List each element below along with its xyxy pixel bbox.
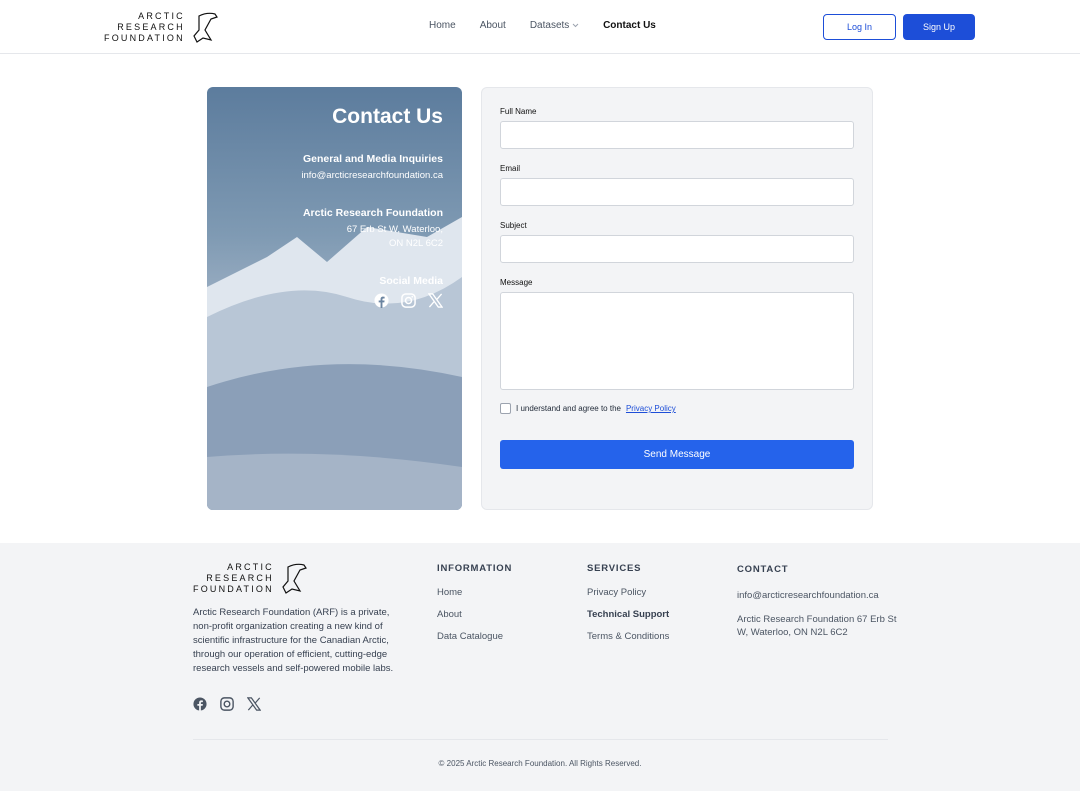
full-name-input[interactable] xyxy=(500,121,854,149)
contact-info-card: Contact Us General and Media Inquiries i… xyxy=(207,87,462,510)
inquiries-title: General and Media Inquiries xyxy=(302,153,443,165)
copyright: © 2025 Arctic Research Foundation. All R… xyxy=(438,759,642,768)
footer-link-data-catalogue[interactable]: Data Catalogue xyxy=(437,631,512,642)
footer-address: Arctic Research Foundation 67 Erb St W, … xyxy=(737,614,897,638)
facebook-icon[interactable] xyxy=(374,293,389,308)
full-name-label: Full Name xyxy=(500,107,537,116)
address-line: ON N2L 6C2 xyxy=(388,238,443,249)
column-title: INFORMATION xyxy=(437,563,513,574)
signup-button[interactable]: Sign Up xyxy=(903,14,975,40)
login-button[interactable]: Log In xyxy=(823,14,896,40)
x-icon[interactable] xyxy=(247,697,261,711)
contact-email[interactable]: info@arcticresearchfoundation.ca xyxy=(226,169,443,183)
main-nav: Home About Datasets Contact Us xyxy=(429,20,656,31)
footer-link-about[interactable]: About xyxy=(437,609,512,620)
footer-logo[interactable]: ARCTIC RESEARCH FOUNDATION xyxy=(193,561,308,595)
nav-contact[interactable]: Contact Us xyxy=(603,20,656,31)
message-label: Message xyxy=(500,278,533,287)
subject-label: Subject xyxy=(500,221,527,230)
column-title: CONTACT xyxy=(737,564,789,575)
footer-contact: CONTACT info@arcticresearchfoundation.ca… xyxy=(737,563,897,639)
footer: ARCTIC RESEARCH FOUNDATION Arctic Research… xyxy=(0,543,1080,791)
footer-link-privacy[interactable]: Privacy Policy xyxy=(587,587,669,598)
instagram-icon[interactable] xyxy=(401,293,416,308)
nav-datasets[interactable]: Datasets xyxy=(530,20,579,31)
footer-link-terms[interactable]: Terms & Conditions xyxy=(587,631,669,642)
org-title: Arctic Research Foundation xyxy=(302,207,443,219)
facebook-icon[interactable] xyxy=(193,697,207,711)
agree-checkbox[interactable] xyxy=(500,403,511,414)
subject-input[interactable] xyxy=(500,235,854,263)
message-textarea[interactable] xyxy=(500,292,854,390)
agree-text: I understand and agree to the xyxy=(516,404,621,413)
footer-link-support[interactable]: Technical Support xyxy=(587,609,669,620)
privacy-policy-link[interactable]: Privacy Policy xyxy=(626,404,676,413)
footer-about: Arctic Research Foundation (ARF) is a pr… xyxy=(193,607,394,674)
card-title: Contact Us xyxy=(332,105,443,128)
site-header: ARCTIC RESEARCH FOUNDATION Home About Data… xyxy=(0,0,1080,54)
nav-about[interactable]: About xyxy=(480,20,506,31)
footer-information: INFORMATION Home About Data Catalogue xyxy=(437,563,512,653)
footer-email[interactable]: info@arcticresearchfoundation.ca xyxy=(737,589,897,602)
contact-form: Full Name Email Subject Message I unders… xyxy=(481,87,873,510)
divider xyxy=(193,739,888,740)
polar-bear-icon xyxy=(193,12,218,43)
nav-home[interactable]: Home xyxy=(429,20,456,31)
polar-bear-icon xyxy=(282,563,307,594)
social-title: Social Media xyxy=(379,275,443,287)
email-label: Email xyxy=(500,164,521,173)
send-message-button[interactable]: Send Message xyxy=(500,440,854,469)
column-title: SERVICES xyxy=(587,563,642,574)
footer-services: SERVICES Privacy Policy Technical Suppor… xyxy=(587,563,669,653)
footer-link-home[interactable]: Home xyxy=(437,587,512,598)
address-line: 67 Erb St W, Waterloo, xyxy=(346,224,443,235)
chevron-down-icon xyxy=(572,23,579,28)
logo[interactable]: ARCTIC RESEARCH FOUNDATION xyxy=(104,10,219,44)
x-icon[interactable] xyxy=(428,293,443,308)
email-input[interactable] xyxy=(500,178,854,206)
instagram-icon[interactable] xyxy=(220,697,234,711)
